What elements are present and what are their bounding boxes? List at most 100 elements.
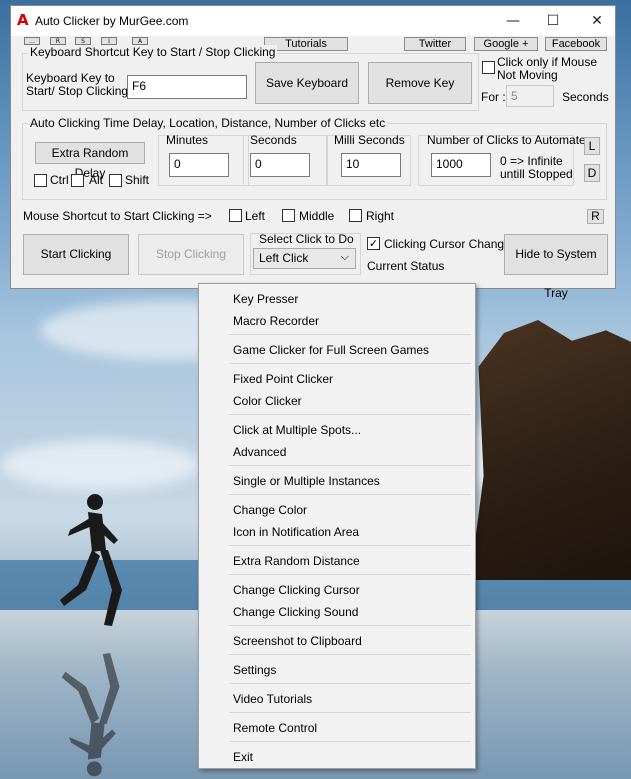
window-title: Auto Clicker by MurGee.com: [35, 14, 189, 28]
not-moving-seconds-input[interactable]: 5: [506, 85, 554, 107]
click-type-value: Left Click: [259, 251, 309, 265]
shift-checkbox[interactable]: [109, 174, 122, 187]
menu-item-game-clicker[interactable]: Game Clicker for Full Screen Games: [233, 343, 429, 357]
menu-separator: [229, 683, 471, 684]
menu-item-advanced[interactable]: Advanced: [233, 445, 286, 459]
extra-random-delay-button[interactable]: Extra Random Delay: [35, 142, 145, 180]
menu-separator: [229, 712, 471, 713]
not-moving-seconds-label: Seconds: [562, 90, 609, 104]
mouse-not-moving-label-2: Not Moving: [497, 68, 558, 82]
milli-seconds-label: Milli Seconds: [334, 133, 405, 147]
menu-item-change-sound[interactable]: Change Clicking Sound: [233, 605, 358, 619]
i-small-button[interactable]: I: [101, 37, 117, 45]
runner-reflection: [61, 653, 120, 777]
menu-separator: [229, 414, 471, 415]
facebook-button[interactable]: Facebook: [545, 37, 607, 51]
alt-checkbox[interactable]: [71, 174, 84, 187]
menu-separator: [229, 741, 471, 742]
r-button[interactable]: R: [587, 209, 604, 224]
clicking-cursor-change-label: Clicking Cursor Change: [384, 237, 511, 251]
twitter-button[interactable]: Twitter: [404, 37, 466, 51]
left-mouse-label: Left: [245, 209, 266, 223]
infinite-hint-2: untill Stopped: [500, 167, 573, 181]
menu-item-screenshot[interactable]: Screenshot to Clipboard: [233, 634, 362, 648]
remove-key-button[interactable]: Remove Key: [368, 62, 472, 104]
menu-separator: [229, 363, 471, 364]
ctrl-label: Ctrl: [50, 173, 69, 187]
right-mouse-label: Right: [366, 209, 395, 223]
seconds-input[interactable]: 0: [250, 153, 310, 177]
keyboard-key-input[interactable]: F6: [127, 75, 247, 99]
keyboard-key-label-1: Keyboard Key to: [26, 71, 115, 85]
minutes-label: Minutes: [166, 133, 209, 147]
mouse-not-moving-label-1: Click only if Mouse: [497, 55, 598, 69]
click-type-select[interactable]: Left Click ⌵: [253, 248, 356, 269]
minimize-button[interactable]: —: [491, 6, 535, 36]
menu-item-key-presser[interactable]: Key Presser: [233, 292, 298, 306]
menu-item-video-tutorials[interactable]: Video Tutorials: [233, 692, 312, 706]
shift-label: Shift: [125, 173, 150, 187]
hide-to-system-tray-button[interactable]: Hide to System Tray: [504, 234, 608, 300]
stop-clicking-button[interactable]: Stop Clicking: [138, 234, 244, 275]
menu-item-extra-random-distance[interactable]: Extra Random Distance: [233, 554, 360, 568]
clicking-cursor-change-checkbox[interactable]: ✓: [367, 237, 380, 250]
menu-item-remote-control[interactable]: Remote Control: [233, 721, 317, 735]
menu-item-change-color[interactable]: Change Color: [233, 503, 307, 517]
title-bar[interactable]: A Auto Clicker by MurGee.com — ☐ ✕: [11, 6, 615, 36]
save-keyboard-key-button[interactable]: Save Keyboard Key: [255, 62, 359, 130]
auto-clicker-window: A Auto Clicker by MurGee.com — ☐ ✕ ... R…: [10, 5, 616, 300]
menu-item-exit[interactable]: Exit: [233, 750, 253, 764]
runner-silhouette: [60, 494, 122, 626]
middle-mouse-checkbox[interactable]: [282, 209, 295, 222]
menu-separator: [229, 545, 471, 546]
menu-item-multiple-spots[interactable]: Click at Multiple Spots...: [233, 423, 361, 437]
maximize-button[interactable]: ☐: [531, 6, 575, 36]
milli-seconds-input[interactable]: 10: [341, 153, 401, 177]
minutes-input[interactable]: 0: [169, 153, 229, 177]
l-button[interactable]: L: [584, 137, 600, 155]
more-button[interactable]: ...: [24, 37, 40, 45]
cloud: [0, 440, 200, 490]
keyboard-group-title: Keyboard Shortcut Key to Start / Stop Cl…: [28, 45, 278, 59]
menu-item-fixed-point-clicker[interactable]: Fixed Point Clicker: [233, 372, 333, 386]
number-of-clicks-label: Number of Clicks to Automate: [427, 133, 586, 147]
start-clicking-button[interactable]: Start Clicking: [23, 234, 129, 275]
menu-item-instances[interactable]: Single or Multiple Instances: [233, 474, 380, 488]
menu-separator: [229, 334, 471, 335]
menu-separator: [229, 654, 471, 655]
ctrl-checkbox[interactable]: [34, 174, 47, 187]
mouse-shortcut-label: Mouse Shortcut to Start Clicking =>: [23, 209, 212, 223]
menu-separator: [229, 574, 471, 575]
mouse-not-moving-checkbox[interactable]: [482, 61, 495, 74]
menu-item-color-clicker[interactable]: Color Clicker: [233, 394, 302, 408]
google-plus-button[interactable]: Google +: [474, 37, 538, 51]
timing-group-title: Auto Clicking Time Delay, Location, Dist…: [28, 116, 388, 130]
seconds-label: Seconds: [250, 133, 297, 147]
menu-item-macro-recorder[interactable]: Macro Recorder: [233, 314, 319, 328]
infinite-hint-1: 0 => Infinite: [500, 154, 563, 168]
left-mouse-checkbox[interactable]: [229, 209, 242, 222]
s-small-button[interactable]: S: [75, 37, 91, 45]
for-label: For :: [481, 90, 506, 104]
app-logo-icon: A: [17, 11, 29, 29]
r-small-button[interactable]: R: [50, 37, 66, 45]
rock-formation: [470, 320, 631, 580]
menu-item-notification-icon[interactable]: Icon in Notification Area: [233, 525, 359, 539]
right-mouse-checkbox[interactable]: [349, 209, 362, 222]
middle-mouse-label: Middle: [299, 209, 335, 223]
menu-separator: [229, 625, 471, 626]
number-of-clicks-input[interactable]: 1000: [431, 153, 491, 177]
alt-label: Alt: [89, 173, 104, 187]
d-button[interactable]: D: [584, 164, 600, 182]
menu-item-change-cursor[interactable]: Change Clicking Cursor: [233, 583, 360, 597]
a-small-button[interactable]: A: [132, 37, 148, 45]
menu-item-settings[interactable]: Settings: [233, 663, 276, 677]
menu-separator: [229, 465, 471, 466]
menu-separator: [229, 494, 471, 495]
options-context-menu: Key Presser Macro Recorder Game Clicker …: [198, 283, 476, 769]
select-click-label: Select Click to Do: [259, 232, 354, 246]
current-status-label: Current Status: [367, 259, 445, 273]
close-button[interactable]: ✕: [575, 6, 619, 36]
chevron-down-icon: ⌵: [340, 251, 349, 263]
keyboard-key-label-2: Start/ Stop Clicking :: [26, 84, 135, 98]
